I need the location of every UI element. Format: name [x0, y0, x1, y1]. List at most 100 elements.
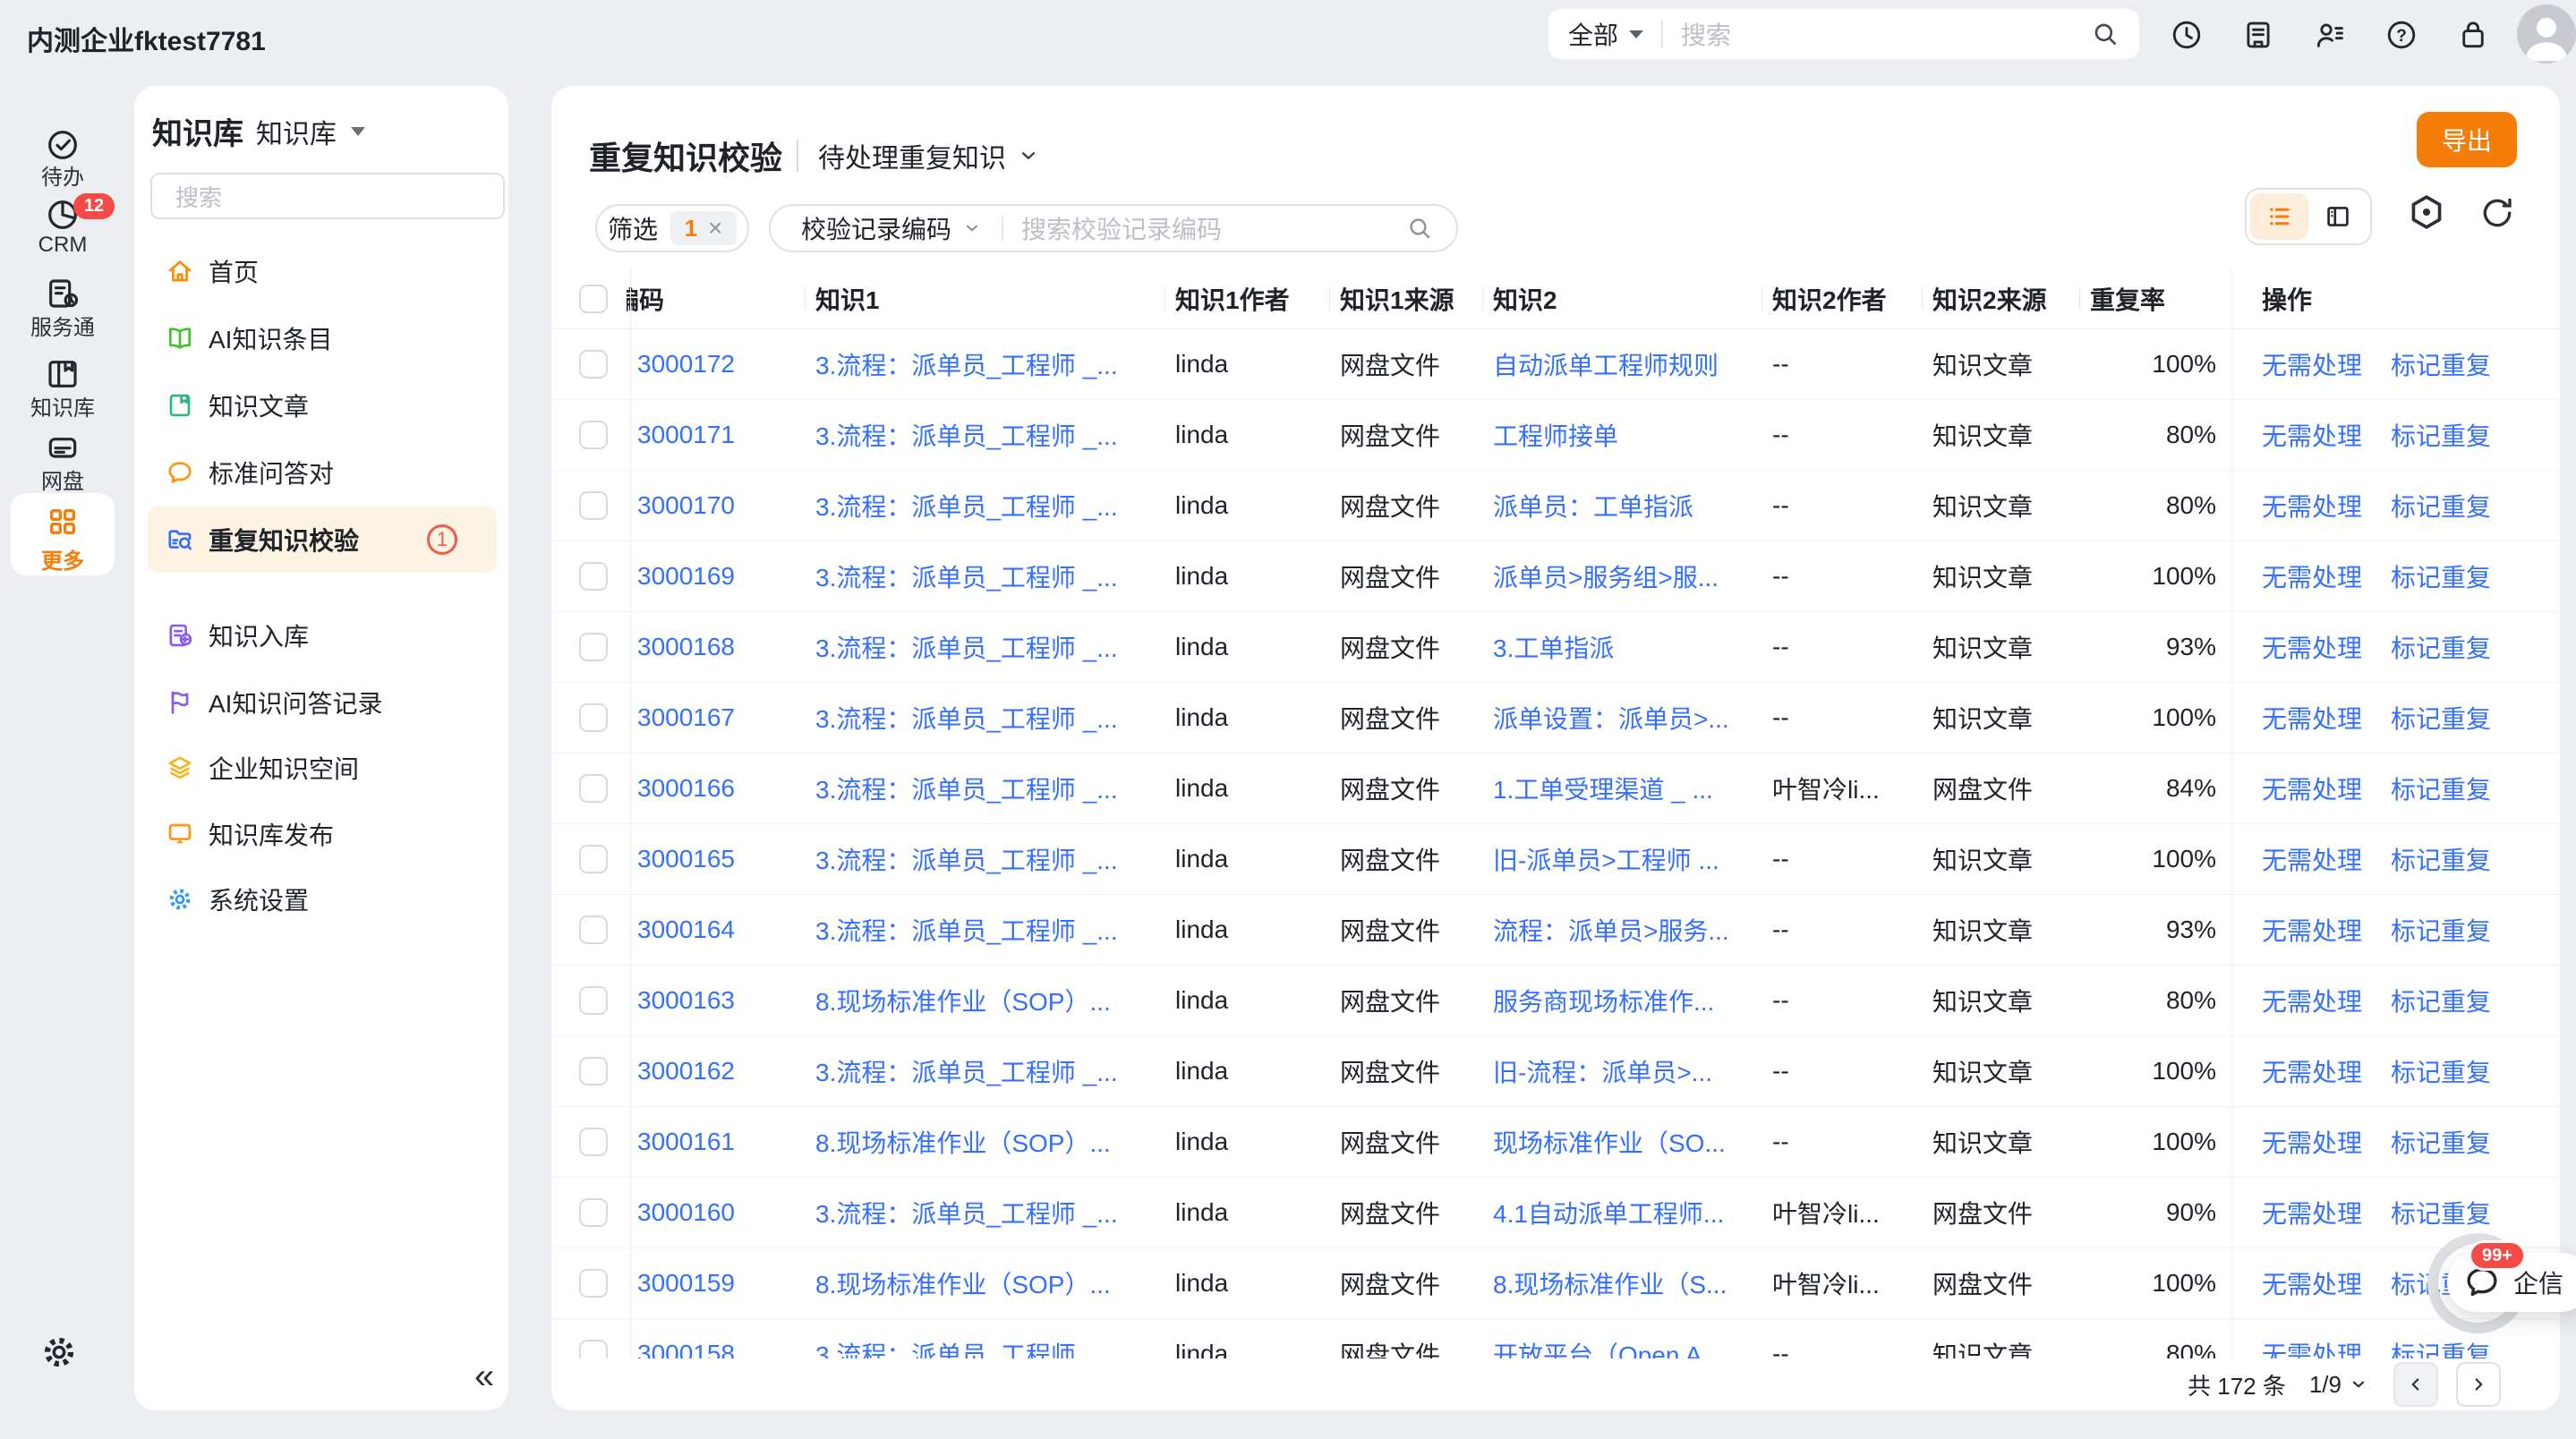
- knowledge1-link[interactable]: 3.流程：派单员_工程师 _...: [815, 417, 1118, 453]
- mark-duplicate-link[interactable]: 标记重复: [2391, 488, 2491, 524]
- no-action-link[interactable]: 无需处理: [2262, 1195, 2362, 1230]
- knowledge1-link[interactable]: 8.现场标准作业（SOP）...: [815, 1124, 1111, 1160]
- no-action-link[interactable]: 无需处理: [2262, 1053, 2362, 1089]
- knowledge2-link[interactable]: 3.工单指派: [1493, 629, 1614, 665]
- record-code-link[interactable]: 3000163: [637, 986, 735, 1015]
- row-checkbox[interactable]: [579, 421, 608, 449]
- no-action-link[interactable]: 无需处理: [2262, 558, 2362, 594]
- column-knowledge2-source[interactable]: 知识2来源: [1922, 268, 2079, 328]
- knowledge1-link[interactable]: 3.流程：派单员_工程师 _...: [815, 912, 1118, 948]
- rail-item-knowledgebase[interactable]: 知识库: [0, 390, 125, 421]
- record-code-link[interactable]: 3000171: [637, 421, 735, 449]
- display-settings-icon[interactable]: [2406, 192, 2447, 233]
- row-checkbox[interactable]: [579, 562, 608, 591]
- sidebar-item-knowledge-space[interactable]: 企业知识空间: [148, 735, 497, 801]
- record-code-link[interactable]: 3000167: [637, 703, 735, 732]
- row-checkbox[interactable]: [579, 774, 608, 803]
- knowledge2-link[interactable]: 工程师接单: [1493, 417, 1618, 453]
- row-checkbox[interactable]: [579, 703, 608, 732]
- mark-duplicate-link[interactable]: 标记重复: [2391, 558, 2491, 594]
- row-checkbox[interactable]: [579, 1128, 608, 1156]
- sidebar-item-duplicate-check[interactable]: 重复知识校验 1: [148, 507, 497, 573]
- row-checkbox[interactable]: [579, 633, 608, 661]
- knowledge1-link[interactable]: 8.现场标准作业（SOP）...: [815, 983, 1111, 1018]
- user-avatar[interactable]: [2517, 4, 2576, 64]
- gear-icon[interactable]: [39, 1333, 79, 1372]
- knowledge2-link[interactable]: 流程：派单员>服务...: [1493, 912, 1729, 948]
- sidebar-item-ai-knowledge[interactable]: AI知识条目: [148, 305, 497, 371]
- no-action-link[interactable]: 无需处理: [2262, 700, 2362, 736]
- filter-button[interactable]: 筛选 1 ×: [595, 204, 749, 252]
- record-code-link[interactable]: 3000166: [637, 774, 735, 803]
- view-selector[interactable]: 待处理重复知识: [818, 136, 1006, 175]
- knowledge1-link[interactable]: 3.流程：派单员_工程师 _...: [815, 841, 1118, 877]
- mark-duplicate-link[interactable]: 标记重复: [2391, 1053, 2491, 1089]
- no-action-link[interactable]: 无需处理: [2262, 417, 2362, 453]
- no-action-link[interactable]: 无需处理: [2262, 1336, 2362, 1358]
- column-knowledge1-source[interactable]: 知识1来源: [1329, 268, 1482, 328]
- global-search[interactable]: 全部 搜索: [1548, 9, 2139, 59]
- service-doc-icon[interactable]: [45, 276, 81, 311]
- knowledge2-link[interactable]: 开放平台（Open A...: [1493, 1336, 1723, 1358]
- no-action-link[interactable]: 无需处理: [2262, 841, 2362, 877]
- receipt-icon[interactable]: [2241, 18, 2275, 52]
- knowledge2-link[interactable]: 服务商现场标准作...: [1493, 983, 1714, 1018]
- column-knowledge1-author[interactable]: 知识1作者: [1164, 268, 1329, 328]
- sidebar-item-qa-pairs[interactable]: 标准问答对: [148, 439, 497, 506]
- prev-page-button[interactable]: [2393, 1362, 2438, 1407]
- record-code-link[interactable]: 3000164: [637, 915, 735, 944]
- select-all-checkbox[interactable]: [579, 285, 608, 313]
- rail-item-netdisk[interactable]: 网盘: [0, 464, 125, 495]
- knowledge-book-icon[interactable]: [45, 356, 81, 392]
- no-action-link[interactable]: 无需处理: [2262, 912, 2362, 948]
- contacts-icon[interactable]: [2313, 18, 2347, 52]
- record-code-link[interactable]: 3000160: [637, 1198, 735, 1227]
- sidebar-header[interactable]: 知识库 知识库: [152, 109, 365, 153]
- rail-item-crm[interactable]: CRM: [0, 233, 125, 258]
- record-code-link[interactable]: 3000169: [637, 562, 735, 591]
- row-checkbox[interactable]: [579, 845, 608, 873]
- no-action-link[interactable]: 无需处理: [2262, 488, 2362, 524]
- no-action-link[interactable]: 无需处理: [2262, 1124, 2362, 1160]
- record-code-link[interactable]: 3000172: [637, 350, 735, 379]
- record-code-link[interactable]: 3000159: [637, 1269, 735, 1298]
- mark-duplicate-link[interactable]: 标记重复: [2391, 1195, 2491, 1230]
- mark-duplicate-link[interactable]: 标记重复: [2391, 912, 2491, 948]
- row-checkbox[interactable]: [579, 986, 608, 1015]
- knowledge2-link[interactable]: 8.现场标准作业（S...: [1493, 1265, 1727, 1301]
- knowledge2-link[interactable]: 派单员>服务组>服...: [1493, 558, 1719, 594]
- knowledge1-link[interactable]: 3.流程：派单员_工程师 _...: [815, 771, 1118, 806]
- rail-item-more[interactable]: 更多: [11, 493, 115, 575]
- knowledge2-link[interactable]: 旧-流程：派单员>...: [1493, 1053, 1712, 1089]
- no-action-link[interactable]: 无需处理: [2262, 983, 2362, 1018]
- mark-duplicate-link[interactable]: 标记重复: [2391, 346, 2491, 382]
- app-store-bag-icon[interactable]: [2456, 18, 2490, 52]
- knowledge1-link[interactable]: 3.流程：派单员_工程师 _...: [815, 1053, 1118, 1089]
- row-checkbox[interactable]: [579, 1269, 608, 1298]
- chevron-down-icon[interactable]: [2349, 1375, 2368, 1394]
- mark-duplicate-link[interactable]: 标记重复: [2391, 771, 2491, 806]
- sidebar-item-settings[interactable]: 系统设置: [148, 866, 497, 932]
- no-action-link[interactable]: 无需处理: [2262, 346, 2362, 382]
- no-action-link[interactable]: 无需处理: [2262, 1265, 2362, 1301]
- column-knowledge2[interactable]: 知识2: [1482, 268, 1761, 328]
- todo-check-icon[interactable]: [45, 127, 81, 163]
- knowledge1-link[interactable]: 3.流程：派单员_工程师 _...: [815, 558, 1118, 594]
- rail-item-servicedesk[interactable]: 服务通: [0, 310, 125, 341]
- row-checkbox[interactable]: [579, 1057, 608, 1086]
- list-view-button[interactable]: [2250, 193, 2308, 240]
- mark-duplicate-link[interactable]: 标记重复: [2391, 841, 2491, 877]
- page-number[interactable]: 1/9: [2309, 1371, 2341, 1399]
- board-view-button[interactable]: [2308, 193, 2367, 240]
- knowledge2-link[interactable]: 自动派单工程师规则: [1493, 346, 1719, 382]
- knowledge2-link[interactable]: 4.1自动派单工程师...: [1493, 1195, 1724, 1230]
- row-checkbox[interactable]: [579, 491, 608, 520]
- rail-item-todo[interactable]: 待办: [0, 159, 125, 191]
- row-checkbox[interactable]: [579, 350, 608, 379]
- row-checkbox[interactable]: [579, 1340, 608, 1358]
- knowledge2-link[interactable]: 旧-派单员>工程师 ...: [1493, 841, 1719, 877]
- record-code-search[interactable]: 校验记录编码 搜索校验记录编码: [769, 204, 1458, 252]
- column-duplicate-rate[interactable]: 重复率: [2079, 268, 2231, 328]
- sidebar-item-publish[interactable]: 知识库发布: [148, 801, 497, 867]
- row-checkbox[interactable]: [579, 1198, 608, 1227]
